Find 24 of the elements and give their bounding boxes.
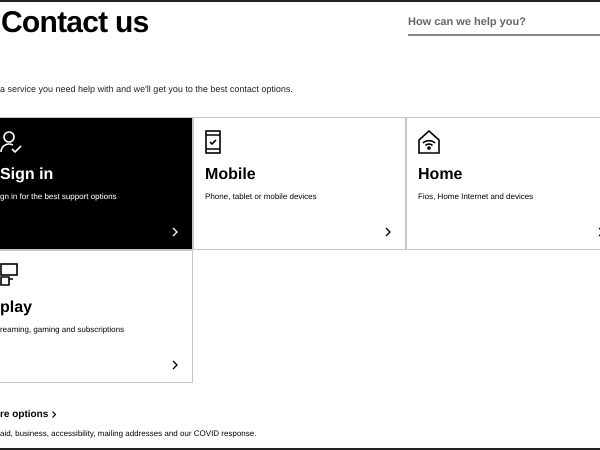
card-title: Home bbox=[418, 165, 464, 185]
house-wifi-icon bbox=[418, 130, 440, 154]
more-options-link[interactable]: re options bbox=[0, 407, 56, 422]
chevron-right-icon bbox=[172, 360, 178, 370]
phone-check-icon bbox=[205, 130, 221, 154]
chevron-right-icon bbox=[52, 411, 56, 418]
card-title: play bbox=[0, 298, 34, 318]
more-options-description: aid, business, accessibility, mailing addresses and our COVID response. bbox=[0, 428, 258, 439]
page-title: Contact us bbox=[1, 5, 149, 41]
service-card[interactable]: Home Fios, Home Internet and devices bbox=[406, 117, 600, 250]
card-description: Fios, Home Internet and devices bbox=[418, 191, 534, 203]
chevron-right-icon bbox=[385, 227, 391, 237]
chevron-right-icon bbox=[172, 227, 178, 237]
card-description: reaming, gaming and subscriptions bbox=[0, 324, 126, 336]
search-field[interactable]: How can we help you? bbox=[408, 14, 600, 36]
card-description: gn in for the best support options bbox=[0, 191, 118, 203]
user-check-icon bbox=[0, 130, 22, 154]
card-title: Mobile bbox=[205, 165, 257, 185]
intro-text: a service you need help with and we'll get you to the best contact options. bbox=[0, 83, 294, 95]
card-title: Sign in bbox=[0, 165, 54, 185]
service-card[interactable]: Sign in gn in for the best support options bbox=[0, 117, 193, 250]
service-card[interactable]: play reaming, gaming and subscriptions bbox=[0, 250, 193, 383]
card-description: Phone, tablet or mobile devices bbox=[205, 191, 318, 203]
service-card[interactable]: Mobile Phone, tablet or mobile devices bbox=[193, 117, 406, 250]
